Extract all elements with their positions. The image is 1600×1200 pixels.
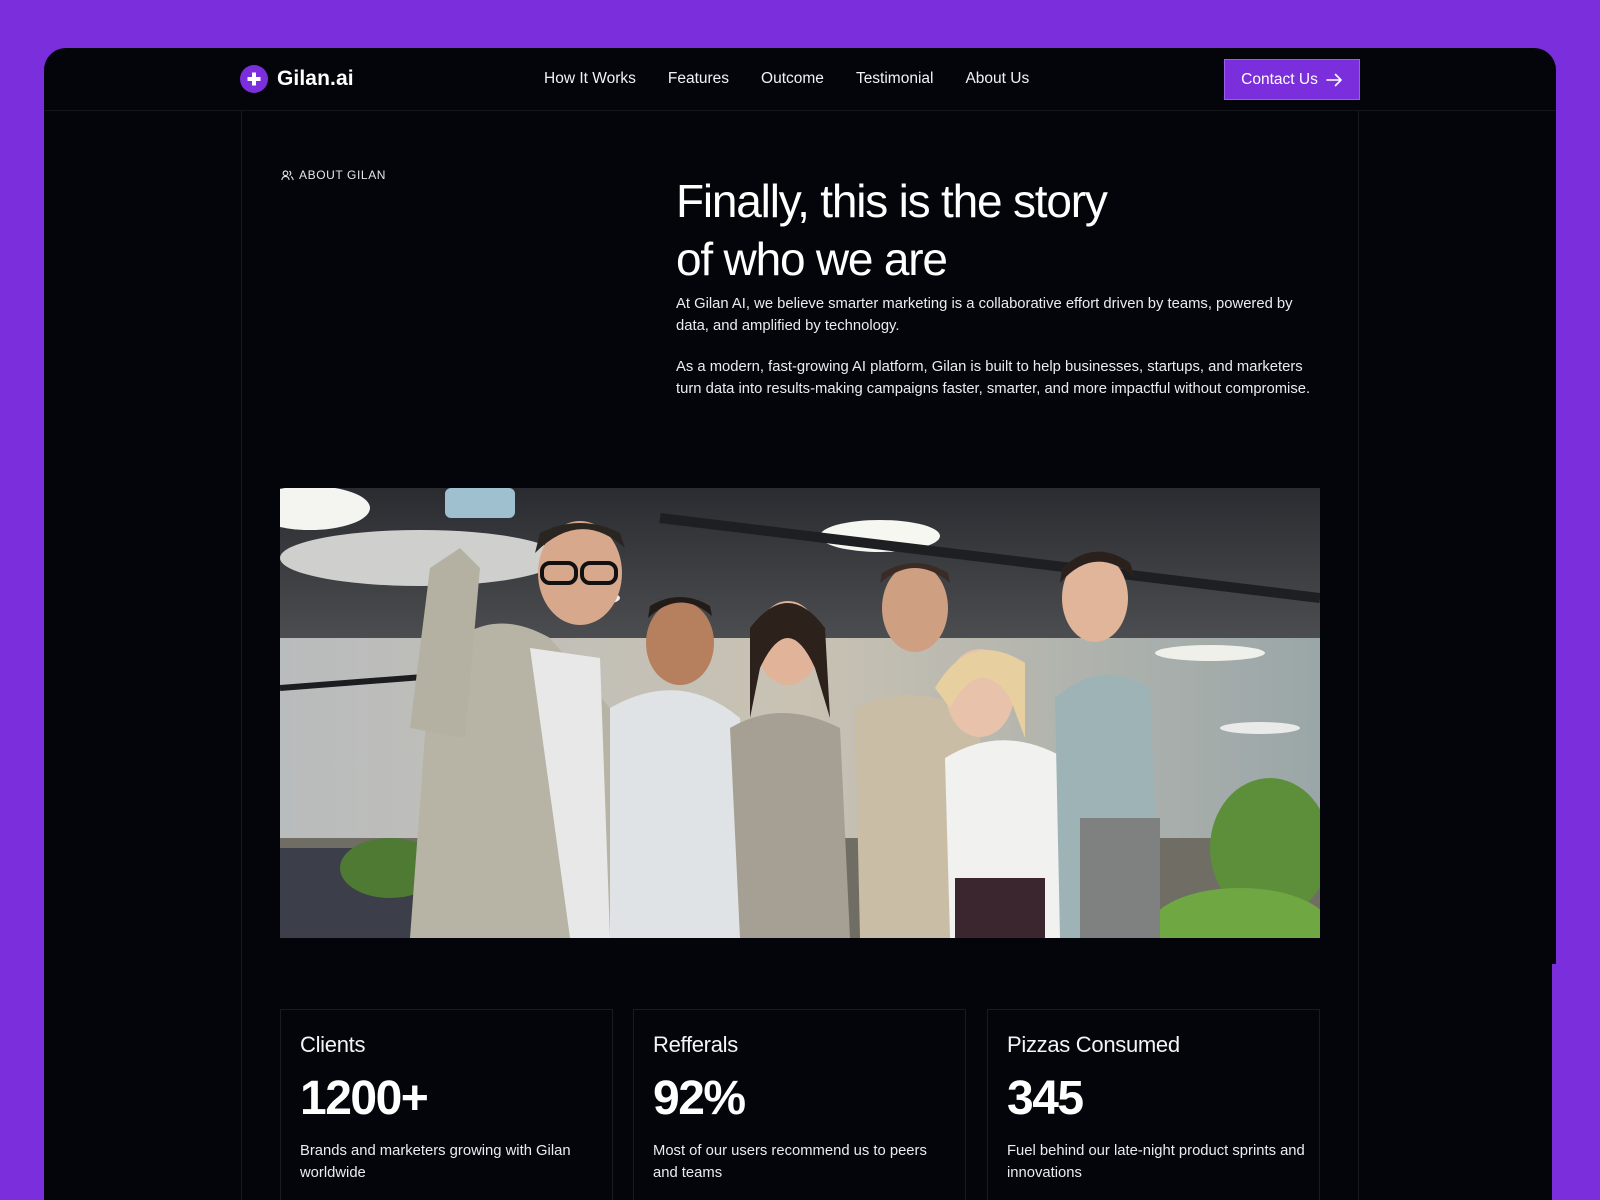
- stat-card-pizzas: Pizzas Consumed 345 Fuel behind our late…: [987, 1009, 1320, 1200]
- nav-link-how-it-works[interactable]: How It Works: [544, 70, 636, 88]
- title-line-2: of who we are: [676, 233, 948, 285]
- logo-text: Gilan.ai: [277, 67, 354, 90]
- intro-paragraph-1: At Gilan AI, we believe smarter marketin…: [676, 296, 1293, 334]
- main-nav: How It Works Features Outcome Testimonia…: [544, 70, 1029, 88]
- stat-title: Clients: [300, 1032, 366, 1057]
- stat-title: Pizzas Consumed: [1007, 1032, 1180, 1057]
- eyebrow-label: ABOUT GILAN: [299, 168, 387, 182]
- nav-link-features[interactable]: Features: [668, 70, 729, 88]
- nav-link-about-us[interactable]: About Us: [965, 70, 1029, 88]
- frame-divider-right: [1358, 111, 1359, 1200]
- stat-description: Fuel behind our late-night product sprin…: [1007, 1143, 1305, 1181]
- contact-us-button[interactable]: Contact Us: [1224, 59, 1360, 100]
- page-title: Finally, this is the story of who we are: [676, 172, 1236, 288]
- stat-value: 92%: [653, 1072, 746, 1125]
- browser-window: Gilan.ai How It Works Features Outcome T…: [44, 48, 1556, 1200]
- stat-title: Refferals: [653, 1032, 738, 1057]
- team-photo: [280, 488, 1320, 938]
- stat-card-clients: Clients 1200+ Brands and marketers growi…: [280, 1009, 613, 1200]
- logo[interactable]: Gilan.ai: [240, 65, 354, 93]
- stat-value: 1200+: [300, 1072, 429, 1125]
- intro-paragraph-2: As a modern, fast-growing AI platform, G…: [676, 359, 1311, 397]
- users-icon: [281, 169, 294, 180]
- nav-link-outcome[interactable]: Outcome: [761, 70, 824, 88]
- stat-value: 345: [1007, 1072, 1084, 1125]
- contact-us-label: Contact Us: [1241, 70, 1318, 88]
- nav-link-testimonial[interactable]: Testimonial: [856, 70, 934, 88]
- navbar: Gilan.ai How It Works Features Outcome T…: [44, 48, 1556, 111]
- stat-description: Most of our users recommend us to peers …: [653, 1143, 927, 1181]
- stat-card-referrals: Refferals 92% Most of our users recommen…: [633, 1009, 966, 1200]
- arrow-right-icon: [1326, 73, 1342, 86]
- title-line-1: Finally, this is the story: [676, 175, 1108, 227]
- frame-divider-left: [241, 111, 242, 1200]
- logo-plus-icon: [240, 65, 268, 93]
- section-eyebrow: ABOUT GILAN: [281, 168, 386, 182]
- stat-description: Brands and marketers growing with Gilan …: [300, 1143, 571, 1181]
